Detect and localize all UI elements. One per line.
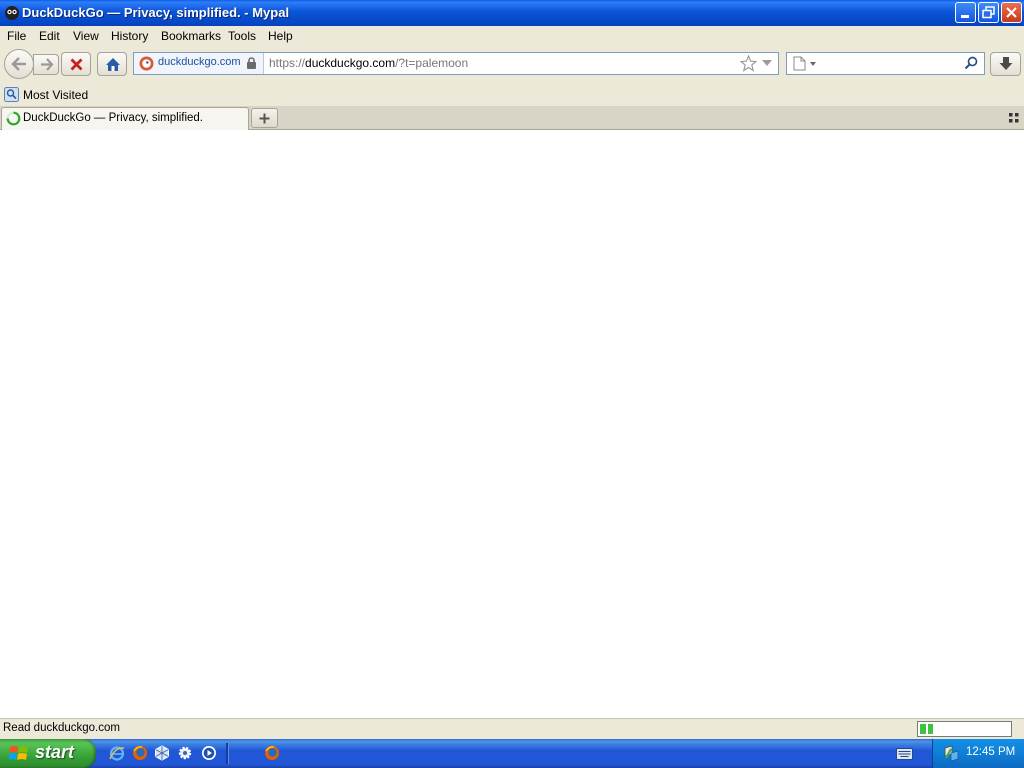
arrow-left-icon bbox=[11, 57, 26, 71]
mypal-taskbar-button-icon[interactable] bbox=[264, 745, 280, 761]
quick-launch-separator bbox=[226, 743, 229, 764]
loading-spinner-icon bbox=[6, 111, 21, 126]
arrow-right-icon bbox=[41, 58, 54, 71]
site-identity-label: duckduckgo.com bbox=[158, 56, 241, 68]
keyboard-icon[interactable] bbox=[896, 748, 913, 760]
menu-bookmarks[interactable]: Bookmarks bbox=[161, 29, 221, 43]
page-content[interactable] bbox=[0, 130, 1024, 718]
menu-file[interactable]: File bbox=[7, 29, 26, 43]
stop-x-icon bbox=[70, 58, 83, 71]
forward-button[interactable] bbox=[33, 54, 59, 75]
search-engine-dropdown-icon[interactable] bbox=[810, 62, 816, 66]
menu-history[interactable]: History bbox=[111, 29, 148, 43]
bookmark-most-visited[interactable]: Most Visited bbox=[3, 86, 89, 104]
page-load-progress-bar bbox=[917, 721, 1012, 737]
menu-help[interactable]: Help bbox=[268, 29, 293, 43]
tab-list-icon[interactable] bbox=[1009, 113, 1019, 123]
home-icon bbox=[106, 58, 120, 71]
restore-icon bbox=[982, 6, 995, 19]
clock[interactable]: 12:45 PM bbox=[966, 746, 1015, 758]
downloads-button[interactable] bbox=[990, 52, 1021, 76]
home-button[interactable] bbox=[97, 52, 127, 76]
minimize-icon bbox=[961, 15, 969, 18]
media-player-icon[interactable] bbox=[201, 745, 217, 761]
url-scheme: https:// bbox=[269, 56, 306, 70]
start-label: start bbox=[35, 742, 75, 762]
bookmark-label: Most Visited bbox=[23, 88, 89, 102]
bookmarks-toolbar: Most Visited bbox=[0, 84, 1024, 106]
status-bar: Read duckduckgo.com bbox=[0, 718, 1024, 739]
windows-logo-icon bbox=[9, 746, 28, 760]
search-input[interactable] bbox=[821, 54, 961, 71]
tab-duckduckgo[interactable]: DuckDuckGo — Privacy, simplified. bbox=[1, 107, 249, 130]
firefox-icon[interactable] bbox=[132, 745, 148, 761]
url-path: /?t=palemoon bbox=[395, 56, 469, 70]
system-tray: 12:45 PM bbox=[932, 739, 1024, 768]
tab-label: DuckDuckGo — Privacy, simplified. bbox=[23, 112, 203, 124]
url-bar[interactable]: duckduckgo.com https://duckduckgo.com/?t… bbox=[133, 52, 779, 75]
lock-icon bbox=[247, 57, 256, 69]
close-icon bbox=[1006, 7, 1017, 18]
url-text[interactable]: https://duckduckgo.com/?t=palemoon bbox=[269, 56, 468, 70]
status-text: Read duckduckgo.com bbox=[3, 722, 120, 734]
download-arrow-icon bbox=[999, 57, 1013, 70]
internet-explorer-icon[interactable] bbox=[109, 745, 125, 761]
back-button[interactable] bbox=[4, 49, 34, 79]
stop-button[interactable] bbox=[61, 52, 91, 76]
network-status-icon[interactable] bbox=[943, 745, 960, 762]
bookmark-star-icon[interactable] bbox=[740, 55, 757, 72]
taskbar: start 12:45 PM bbox=[0, 739, 1024, 768]
virtualbox-icon[interactable] bbox=[154, 745, 170, 761]
menu-edit[interactable]: Edit bbox=[39, 29, 60, 43]
navigation-toolbar: duckduckgo.com https://duckduckgo.com/?t… bbox=[0, 46, 1024, 84]
new-tab-button[interactable] bbox=[251, 108, 278, 128]
window-title: DuckDuckGo — Privacy, simplified. - Mypa… bbox=[22, 5, 290, 20]
duckduckgo-favicon-icon bbox=[139, 56, 154, 71]
restore-button[interactable] bbox=[978, 2, 999, 23]
tab-strip: DuckDuckGo — Privacy, simplified. bbox=[0, 106, 1024, 130]
smart-folder-icon bbox=[4, 87, 19, 102]
minimize-button[interactable] bbox=[955, 2, 976, 23]
progress-fill bbox=[920, 724, 933, 734]
menu-tools[interactable]: Tools bbox=[228, 29, 256, 43]
menu-view[interactable]: View bbox=[73, 29, 99, 43]
close-button[interactable] bbox=[1001, 2, 1022, 23]
start-button[interactable]: start bbox=[0, 739, 96, 768]
site-identity-button[interactable]: duckduckgo.com bbox=[134, 53, 264, 74]
url-history-dropdown-icon[interactable] bbox=[762, 60, 772, 67]
magnifier-icon[interactable] bbox=[964, 56, 978, 70]
search-box[interactable] bbox=[786, 52, 985, 75]
title-bar[interactable]: DuckDuckGo — Privacy, simplified. - Mypa… bbox=[0, 0, 1024, 26]
url-host: duckduckgo.com bbox=[305, 56, 396, 70]
settings-gear-icon[interactable] bbox=[177, 745, 193, 761]
plus-icon bbox=[259, 113, 270, 124]
search-engine-icon[interactable] bbox=[793, 56, 806, 71]
mypal-app-icon bbox=[5, 6, 19, 20]
menu-bar: File Edit View History Bookmarks Tools H… bbox=[0, 26, 1024, 46]
